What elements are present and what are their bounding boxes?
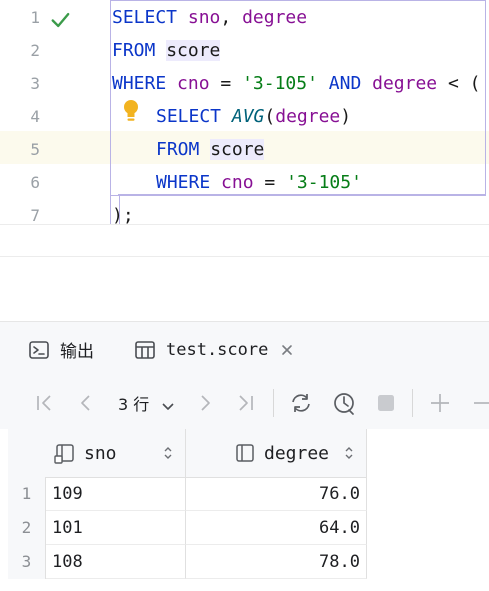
token-id: sno: [187, 7, 221, 28]
sort-icon[interactable]: [163, 446, 173, 460]
tab-test-score[interactable]: test.score: [134, 322, 294, 377]
results-tab-bar: 输出 test.score: [0, 321, 489, 378]
token-fn: AVG: [231, 106, 265, 127]
cell-degree[interactable]: 76.0: [186, 477, 367, 511]
token-text: < (: [437, 73, 481, 94]
history-clock-icon[interactable]: [331, 390, 357, 416]
column-header-sno-label: sno: [84, 442, 117, 464]
results-toolbar: 3 行: [0, 377, 489, 430]
column-header-sno[interactable]: sno: [46, 429, 186, 478]
token-id: cno: [177, 73, 210, 94]
token-text: (: [264, 106, 276, 127]
cell-degree[interactable]: 64.0: [186, 511, 367, 545]
token-text: ): [340, 106, 352, 127]
token-str: '3-105': [242, 73, 318, 94]
code-line[interactable]: );: [112, 199, 134, 224]
code-line[interactable]: WHERE cno = '3-105' AND degree < (: [112, 67, 481, 100]
chevron-down-icon: [162, 402, 174, 410]
key-column-icon: [54, 444, 74, 464]
next-page-icon[interactable]: [192, 390, 218, 416]
code-line[interactable]: SELECT sno, degree: [112, 1, 307, 34]
executed-check-icon: [51, 12, 70, 28]
token-tbl: score: [166, 40, 221, 61]
stop-icon[interactable]: [373, 390, 399, 416]
code-line[interactable]: SELECT AVG(degree): [156, 100, 351, 133]
token-kw: AND: [328, 73, 362, 94]
column-icon: [236, 444, 254, 462]
close-icon[interactable]: [280, 343, 294, 357]
token-text: =: [209, 73, 243, 94]
divider: [0, 256, 489, 257]
line-number: 1: [30, 8, 40, 27]
token-str: '3-105': [286, 172, 362, 193]
token-kw: FROM: [112, 40, 156, 61]
line-number: 3: [30, 74, 40, 93]
line-number: 6: [30, 173, 40, 192]
previous-page-icon[interactable]: [73, 390, 99, 416]
token-id: degree: [372, 73, 438, 94]
lightbulb-icon[interactable]: [122, 99, 140, 125]
row-number[interactable]: 1: [8, 477, 46, 511]
tab-test-score-label: test.score: [166, 339, 269, 360]
add-row-icon[interactable]: [427, 390, 453, 416]
row-count-selector[interactable]: 3 行: [118, 391, 176, 415]
sql-editor[interactable]: 1234567 SELECT sno, degree FROM score WHER…: [0, 0, 489, 224]
line-number: 7: [30, 206, 40, 224]
toolbar-separator: [273, 389, 274, 417]
cell-sno[interactable]: 108: [46, 545, 186, 579]
line-number: 5: [30, 140, 40, 159]
remove-row-icon[interactable]: [470, 390, 489, 416]
token-kw: FROM: [156, 139, 200, 160]
cell-sno[interactable]: 109: [46, 477, 186, 511]
code-line[interactable]: WHERE cno = '3-105': [156, 166, 362, 199]
cell-sno[interactable]: 101: [46, 511, 186, 545]
token-text: );: [112, 205, 134, 224]
console-icon: [29, 340, 49, 359]
line-number: 2: [30, 41, 40, 60]
row-count-label: 3 行: [118, 395, 150, 414]
sort-icon[interactable]: [344, 446, 354, 460]
row-number[interactable]: 2: [8, 511, 46, 545]
code-line[interactable]: FROM score: [156, 133, 265, 166]
token-text: =: [253, 172, 287, 193]
tab-output[interactable]: 输出: [28, 322, 94, 377]
tab-output-label: 输出: [60, 342, 94, 362]
token-kw: WHERE: [156, 172, 211, 193]
token-kw: WHERE: [112, 73, 167, 94]
table-icon: [135, 340, 155, 359]
code-line[interactable]: FROM score: [112, 34, 221, 67]
editor-spacer: [0, 224, 489, 322]
token-id: degree: [275, 106, 341, 127]
token-kw: SELECT: [156, 106, 222, 127]
line-number: 4: [30, 107, 40, 126]
row-number[interactable]: 3: [8, 545, 46, 579]
grid-corner: [8, 429, 47, 478]
last-page-icon[interactable]: [232, 390, 258, 416]
column-header-degree-label: degree: [264, 442, 330, 464]
token-kw: SELECT: [112, 7, 178, 28]
token-id: degree: [242, 7, 308, 28]
column-header-degree[interactable]: degree: [186, 429, 367, 478]
token-text: ,: [220, 7, 243, 28]
first-page-icon[interactable]: [32, 390, 58, 416]
refresh-icon[interactable]: [288, 390, 314, 416]
toolbar-separator: [412, 389, 413, 417]
token-id: cno: [221, 172, 254, 193]
result-grid[interactable]: sno degree 1 109 76.0 2 101 64.0 3 108 78.0: [0, 429, 489, 591]
cell-degree[interactable]: 78.0: [186, 545, 367, 579]
token-tbl: score: [210, 139, 265, 160]
